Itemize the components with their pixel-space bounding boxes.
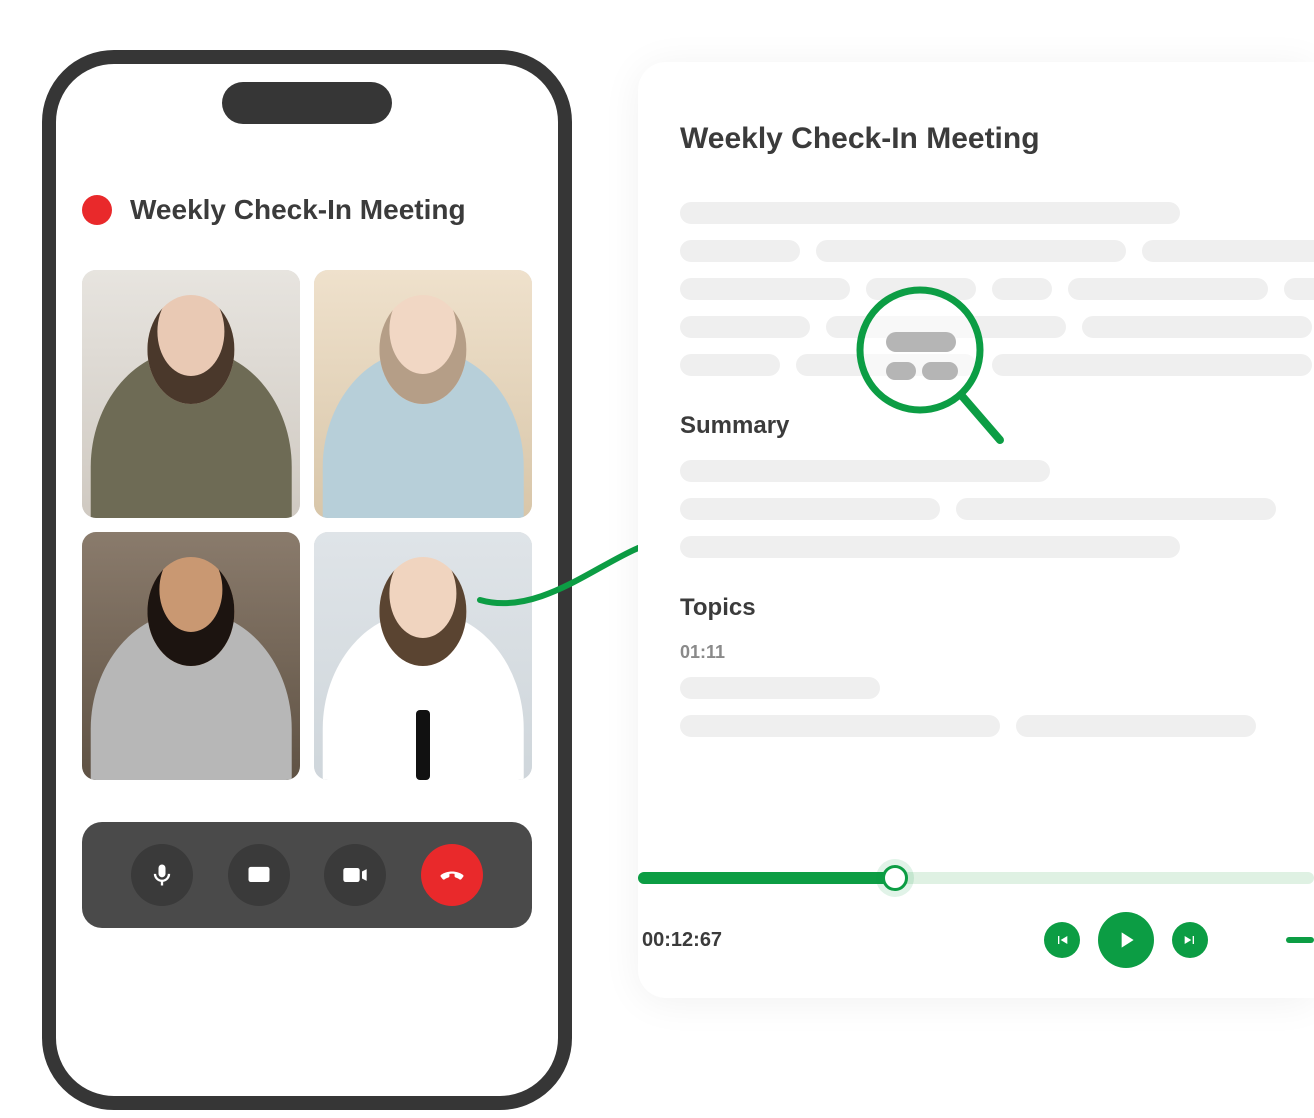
- recording-header: Weekly Check-In Meeting: [82, 194, 532, 226]
- microphone-icon: [148, 861, 176, 889]
- screen-share-icon: [245, 861, 273, 889]
- seek-bar[interactable]: [638, 872, 1314, 884]
- volume-down-button[interactable]: [1286, 937, 1314, 943]
- play-icon: [1113, 927, 1139, 953]
- current-time: 00:12:67: [642, 929, 722, 952]
- topic-timestamp: 01:11: [680, 642, 1314, 663]
- skip-previous-icon: [1054, 932, 1070, 948]
- participant-tile[interactable]: [314, 532, 532, 780]
- participant-tile[interactable]: [82, 532, 300, 780]
- participant-tile[interactable]: [82, 270, 300, 518]
- end-call-icon: [438, 861, 466, 889]
- audio-player: 00:12:67: [638, 872, 1314, 968]
- video-button[interactable]: [324, 844, 386, 906]
- card-title: Weekly Check-In Meeting: [680, 122, 1314, 156]
- phone-mockup: Weekly Check-In Meeting: [42, 50, 572, 1110]
- screen-share-button[interactable]: [228, 844, 290, 906]
- participant-tile[interactable]: [314, 270, 532, 518]
- previous-button[interactable]: [1044, 922, 1080, 958]
- recording-indicator-icon: [82, 195, 112, 225]
- video-icon: [341, 861, 369, 889]
- meeting-title: Weekly Check-In Meeting: [130, 194, 466, 226]
- next-button[interactable]: [1172, 922, 1208, 958]
- skip-next-icon: [1182, 932, 1198, 948]
- transcript-card: Weekly Check-In Meeting Summary Topics 0…: [638, 62, 1314, 998]
- phone-notch: [222, 82, 392, 124]
- seek-thumb[interactable]: [882, 865, 908, 891]
- end-call-button[interactable]: [421, 844, 483, 906]
- mic-button[interactable]: [131, 844, 193, 906]
- call-control-bar: [82, 822, 532, 928]
- summary-heading: Summary: [680, 412, 1314, 440]
- topics-heading: Topics: [680, 594, 1314, 622]
- participants-grid: [82, 270, 532, 780]
- play-button[interactable]: [1098, 912, 1154, 968]
